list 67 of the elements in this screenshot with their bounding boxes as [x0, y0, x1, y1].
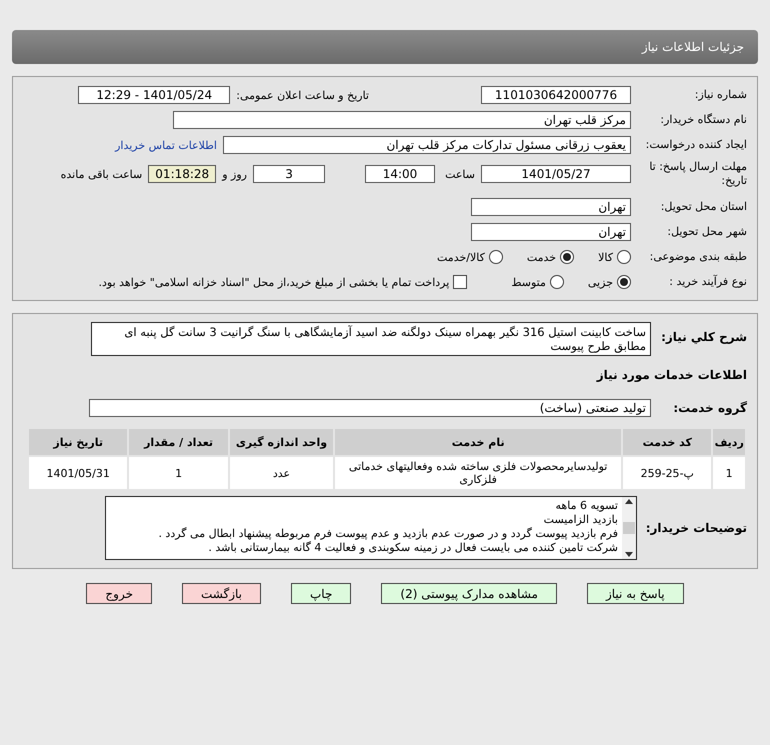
- field-label: طبقه بندی موضوعی:: [648, 250, 747, 264]
- section-heading: اطلاعات خدمات مورد نیاز: [596, 368, 747, 382]
- radio-label: جزیی: [588, 276, 613, 288]
- field-label: گروه خدمت:: [672, 401, 747, 415]
- radio-button[interactable]: [550, 275, 564, 289]
- field-label: شماره نیاز:: [694, 88, 747, 102]
- scroll-up-icon[interactable]: [625, 499, 633, 504]
- field-label: مهلت ارسال پاسخ: تا تاریخ:: [648, 160, 747, 188]
- scroll-down-icon[interactable]: [625, 552, 633, 557]
- column-header: تاریخ نیاز: [29, 429, 128, 455]
- contact-link[interactable]: اطلاعات تماس خریدار: [115, 138, 217, 152]
- description-field: ساخت کابینت استیل 316 نگیر بهمراه سینک دولگنه ضد اسید آزمایشگاهی با سنگ گرانیت 3 سانت گل پنبه ای مطابق طرح پیوست: [91, 322, 651, 356]
- field-label: توضیحات خریدار:: [647, 521, 747, 535]
- action-button[interactable]: خروج: [86, 583, 152, 604]
- checkbox-label: پرداخت تمام یا بخشی از مبلغ خرید،از محل "اسناد خزانه اسلامی" خواهد بود.: [98, 276, 450, 288]
- field-label: نوع فرآیند خرید :: [668, 275, 747, 289]
- time-label: ساعت: [444, 168, 475, 180]
- radio-label: خدمت: [526, 250, 556, 264]
- deadline-date-field: 1401/05/27: [481, 165, 631, 183]
- requester-field: یعقوب زرقانی مسئول تدارکات مرکز قلب تهران: [223, 136, 631, 154]
- action-button[interactable]: پاسخ به نیاز: [586, 583, 684, 604]
- field-label: نام دستگاه خریدار:: [659, 113, 747, 127]
- table-cell: 1: [129, 457, 228, 489]
- radio-button[interactable]: [617, 275, 631, 289]
- radio-label: کالا/خدمت: [437, 250, 485, 264]
- field-label: شرح کلي نياز:: [660, 330, 747, 344]
- city-field: تهران: [471, 223, 631, 241]
- table-cell: 1: [713, 457, 745, 489]
- radio-button[interactable]: [488, 250, 503, 264]
- column-header: ردیف: [713, 429, 745, 455]
- column-header: کد خدمت: [623, 429, 712, 455]
- radio-button[interactable]: [560, 250, 574, 264]
- note-line: شرکت تامین کننده می بایست فعال در زمینه سکوبندی و فعالیت 4 گانه بیمارستانی باشد .: [207, 541, 618, 555]
- note-line: بازدید الزامیست: [542, 513, 618, 527]
- column-header: نام خدمت: [335, 429, 622, 455]
- deadline-time-field: 14:00: [365, 165, 435, 183]
- radio-button[interactable]: [617, 250, 631, 264]
- field-label: استان محل تحویل:: [660, 200, 747, 214]
- table-cell: 1401/05/31: [29, 457, 128, 489]
- note-line: تسویه 6 ماهه: [554, 499, 618, 513]
- table-cell: تولیدسایرمحصولات فلزی ساخته شده وفعالیتهای خدماتی فلزکاری: [335, 457, 622, 489]
- field-label: شهر محل تحویل:: [666, 225, 747, 239]
- remaining-time-field: 01:18:28: [148, 165, 216, 183]
- table-cell: عدد: [230, 457, 334, 489]
- scroll-thumb[interactable]: [623, 522, 635, 534]
- announce-date-field: 1401/05/24 - 12:29: [78, 86, 230, 104]
- column-header: واحد اندازه گیری: [230, 429, 334, 455]
- page-header: جزئیات اطلاعات نیاز: [12, 30, 758, 64]
- days-field: 3: [253, 165, 325, 183]
- province-field: تهران: [471, 198, 631, 216]
- column-header: تعداد / مقدار: [129, 429, 228, 455]
- service-group-field: تولید صنعتی (ساخت): [89, 399, 651, 417]
- action-button[interactable]: مشاهده مدارک پیوستی (2): [381, 583, 557, 604]
- radio-label: کالا: [598, 250, 613, 264]
- days-label: روز و: [222, 168, 247, 180]
- action-button[interactable]: بازگشت: [182, 583, 261, 604]
- remaining-label: ساعت باقی مانده: [60, 168, 142, 180]
- radio-label: متوسط: [511, 276, 546, 288]
- scrollbar[interactable]: [622, 497, 636, 559]
- action-button[interactable]: چاپ: [291, 583, 352, 604]
- field-label: تاریخ و ساعت اعلان عمومی:: [236, 88, 369, 102]
- checkbox[interactable]: [453, 275, 468, 289]
- buyer-field: مرکز قلب تهران: [173, 111, 631, 129]
- note-line: فرم بازدید پیوست گردد و در صورت عدم بازدید و عدم پیوست فرم مربوطه پیشنهاد ابطال می گردد .: [157, 527, 618, 541]
- table-cell: پ-25-259: [623, 457, 712, 489]
- field-label: ایجاد کننده درخواست:: [644, 138, 747, 152]
- need-number-field: 1101030642000776: [481, 86, 631, 104]
